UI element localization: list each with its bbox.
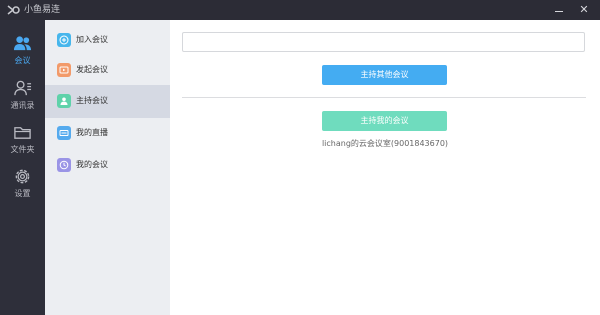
submenu-item-start-meeting[interactable]: 发起会议 — [45, 54, 170, 87]
meeting-submenu: 加入会议 发起会议 主持会议 我的直播 我的会议 — [45, 20, 170, 315]
nav-label: 文件夹 — [10, 145, 35, 154]
close-button[interactable]: ✕ — [571, 0, 597, 20]
submenu-label: 主持会议 — [76, 96, 108, 105]
nav-item-contacts[interactable]: 通讯录 — [0, 75, 45, 120]
title-bar: 小鱼易连 ✕ — [0, 0, 600, 20]
host-my-meeting-button[interactable]: 主持我的会议 — [322, 111, 447, 131]
nav-label: 通讯录 — [10, 101, 35, 110]
nav-item-folder[interactable]: 文件夹 — [0, 119, 45, 164]
submenu-label: 加入会议 — [76, 35, 108, 44]
submenu-label: 我的会议 — [76, 160, 108, 169]
contacts-icon — [14, 80, 32, 96]
nav-label: 设置 — [14, 189, 31, 198]
submenu-label: 我的直播 — [76, 128, 108, 137]
plus-circle-icon — [57, 33, 71, 47]
close-icon: ✕ — [579, 3, 589, 16]
app-title: 小鱼易连 — [24, 5, 61, 15]
submenu-item-my-live[interactable]: 我的直播 — [45, 117, 170, 150]
nav-item-settings[interactable]: 设置 — [0, 163, 45, 208]
folder-icon — [14, 127, 31, 139]
nav-label: 会议 — [14, 56, 31, 65]
submenu-item-join-meeting[interactable]: 加入会议 — [45, 24, 170, 57]
main-content: 主持其他会议 主持我的会议 lichang的云会议室(9001843670) — [170, 20, 600, 315]
left-nav: 会议 通讯录 文件夹 设置 — [0, 20, 45, 315]
users-icon — [13, 36, 32, 51]
minimize-icon — [555, 11, 563, 12]
minimize-button[interactable] — [546, 0, 572, 20]
submenu-item-host-meeting[interactable]: 主持会议 — [45, 85, 170, 118]
nav-item-meeting[interactable]: 会议 — [0, 30, 45, 75]
divider — [182, 97, 586, 98]
app-logo-icon — [7, 5, 20, 15]
gear-icon — [15, 169, 30, 184]
submenu-label: 发起会议 — [76, 65, 108, 74]
meeting-number-input[interactable] — [182, 32, 585, 52]
my-room-info: lichang的云会议室(9001843670) — [321, 139, 449, 148]
submenu-item-my-meetings[interactable]: 我的会议 — [45, 149, 170, 182]
live-icon — [57, 126, 71, 140]
host-other-meeting-button[interactable]: 主持其他会议 — [322, 65, 447, 85]
clock-icon — [57, 158, 71, 172]
host-meeting-icon — [57, 94, 71, 108]
start-meeting-icon — [57, 63, 71, 77]
